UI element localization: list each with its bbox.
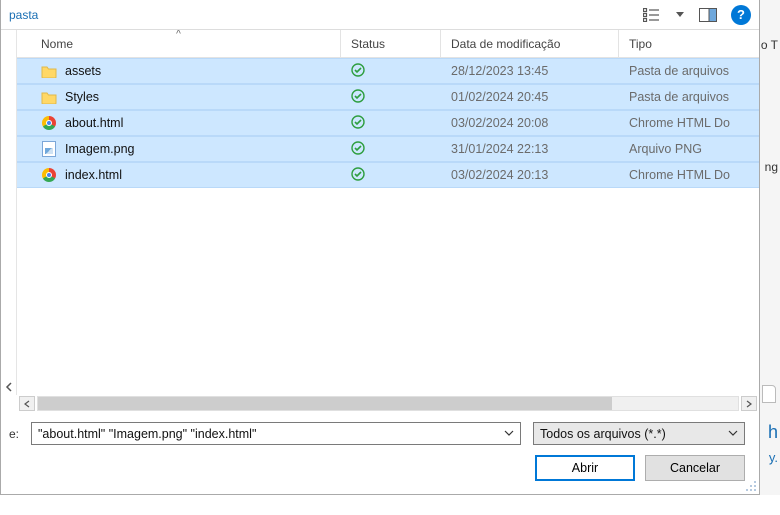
dialog-footer: e: Todos os arquivos (*.*) Abrir Cancela… [1, 412, 759, 489]
chevron-left-icon[interactable] [1, 379, 17, 395]
dialog-toolbar: pasta ? [1, 0, 759, 30]
filter-label: Todos os arquivos (*.*) [540, 427, 666, 441]
background-window-right-sliver: o T ng h y. [760, 0, 780, 495]
bg-text-fragment: o T [761, 38, 778, 52]
cell-type: Chrome HTML Do [619, 116, 759, 130]
file-list-pane: ^ Nome Status Data de modificação Tipo a… [17, 30, 759, 395]
dialog-main: ^ Nome Status Data de modificação Tipo a… [1, 30, 759, 395]
filetype-filter-combo[interactable]: Todos os arquivos (*.*) [533, 422, 745, 445]
column-header-name[interactable]: ^ Nome [17, 30, 341, 57]
cell-type: Pasta de arquivos [619, 90, 759, 104]
cell-modified: 31/01/2024 22:13 [441, 142, 619, 156]
image-file-icon [41, 141, 57, 157]
background-window-bottom-sliver [0, 495, 780, 515]
column-label: Data de modificação [451, 37, 560, 51]
file-row[interactable]: Imagem.png 31/01/2024 22:13Arquivo PNG [17, 136, 759, 162]
file-open-dialog: pasta ? ^ [0, 0, 760, 495]
bg-text-fragment: h [768, 422, 778, 443]
cell-name: index.html [17, 167, 341, 183]
cell-name: Styles [17, 89, 341, 105]
filename-combo[interactable] [31, 422, 521, 445]
scroll-thumb[interactable] [38, 397, 612, 410]
cell-type: Arquivo PNG [619, 142, 759, 156]
cell-modified: 03/02/2024 20:13 [441, 168, 619, 182]
scroll-right-button[interactable] [741, 396, 757, 411]
cell-name: assets [17, 63, 341, 79]
chrome-icon [41, 115, 57, 131]
address-fragment: pasta [9, 8, 38, 22]
column-label: Tipo [629, 37, 652, 51]
bg-text-fragment: y. [769, 450, 778, 465]
file-row[interactable]: about.html 03/02/2024 20:08Chrome HTML Do [17, 110, 759, 136]
preview-pane-button[interactable] [699, 6, 717, 24]
cell-name: Imagem.png [17, 141, 341, 157]
file-rows: assets28/12/2023 13:45Pasta de arquivosS… [17, 58, 759, 395]
folder-icon [41, 89, 57, 105]
help-button[interactable]: ? [731, 5, 751, 25]
view-mode-dropdown[interactable] [675, 6, 685, 24]
cell-modified: 01/02/2024 20:45 [441, 90, 619, 104]
cell-status [341, 89, 441, 106]
filename-label: e: [1, 427, 19, 441]
cell-status [341, 167, 441, 184]
scroll-left-button[interactable] [19, 396, 35, 411]
sync-ok-icon [351, 115, 365, 132]
file-row[interactable]: assets 28/12/2023 13:45Pasta de arquivos [17, 58, 759, 84]
cancel-button[interactable]: Cancelar [645, 455, 745, 481]
sync-ok-icon [351, 89, 365, 106]
folder-icon [41, 63, 57, 79]
sort-ascending-icon: ^ [176, 30, 181, 40]
file-name: index.html [65, 168, 122, 182]
cell-status [341, 141, 441, 158]
cell-status [341, 115, 441, 132]
column-header-status[interactable]: Status [341, 30, 441, 57]
file-row[interactable]: index.html 03/02/2024 20:13Chrome HTML Do [17, 162, 759, 188]
column-header-modified[interactable]: Data de modificação [441, 30, 619, 57]
cell-modified: 28/12/2023 13:45 [441, 64, 619, 78]
column-label: Status [351, 37, 385, 51]
cell-type: Chrome HTML Do [619, 168, 759, 182]
open-button[interactable]: Abrir [535, 455, 635, 481]
cell-modified: 03/02/2024 20:08 [441, 116, 619, 130]
file-name: about.html [65, 116, 123, 130]
view-mode-button[interactable] [643, 6, 661, 24]
column-label: Nome [41, 37, 73, 51]
file-name: assets [65, 64, 101, 78]
bg-text-fragment: ng [765, 160, 778, 174]
scroll-track[interactable] [37, 396, 739, 411]
filename-input[interactable] [31, 422, 521, 445]
column-headers: ^ Nome Status Data de modificação Tipo [17, 30, 759, 58]
sync-ok-icon [351, 63, 365, 80]
horizontal-scrollbar[interactable] [1, 395, 759, 412]
file-row[interactable]: Styles 01/02/2024 20:45Pasta de arquivos [17, 84, 759, 110]
column-header-type[interactable]: Tipo [619, 30, 759, 57]
bg-doc-icon [762, 385, 776, 403]
file-name: Imagem.png [65, 142, 134, 156]
chrome-icon [41, 167, 57, 183]
file-name: Styles [65, 90, 99, 104]
filter-selected: Todos os arquivos (*.*) [533, 422, 745, 445]
nav-pane-collapsed[interactable] [1, 30, 17, 395]
sync-ok-icon [351, 167, 365, 184]
cell-status [341, 63, 441, 80]
cell-type: Pasta de arquivos [619, 64, 759, 78]
sync-ok-icon [351, 141, 365, 158]
resize-grip[interactable] [745, 480, 757, 492]
cell-name: about.html [17, 115, 341, 131]
help-icon-glyph: ? [737, 7, 745, 22]
